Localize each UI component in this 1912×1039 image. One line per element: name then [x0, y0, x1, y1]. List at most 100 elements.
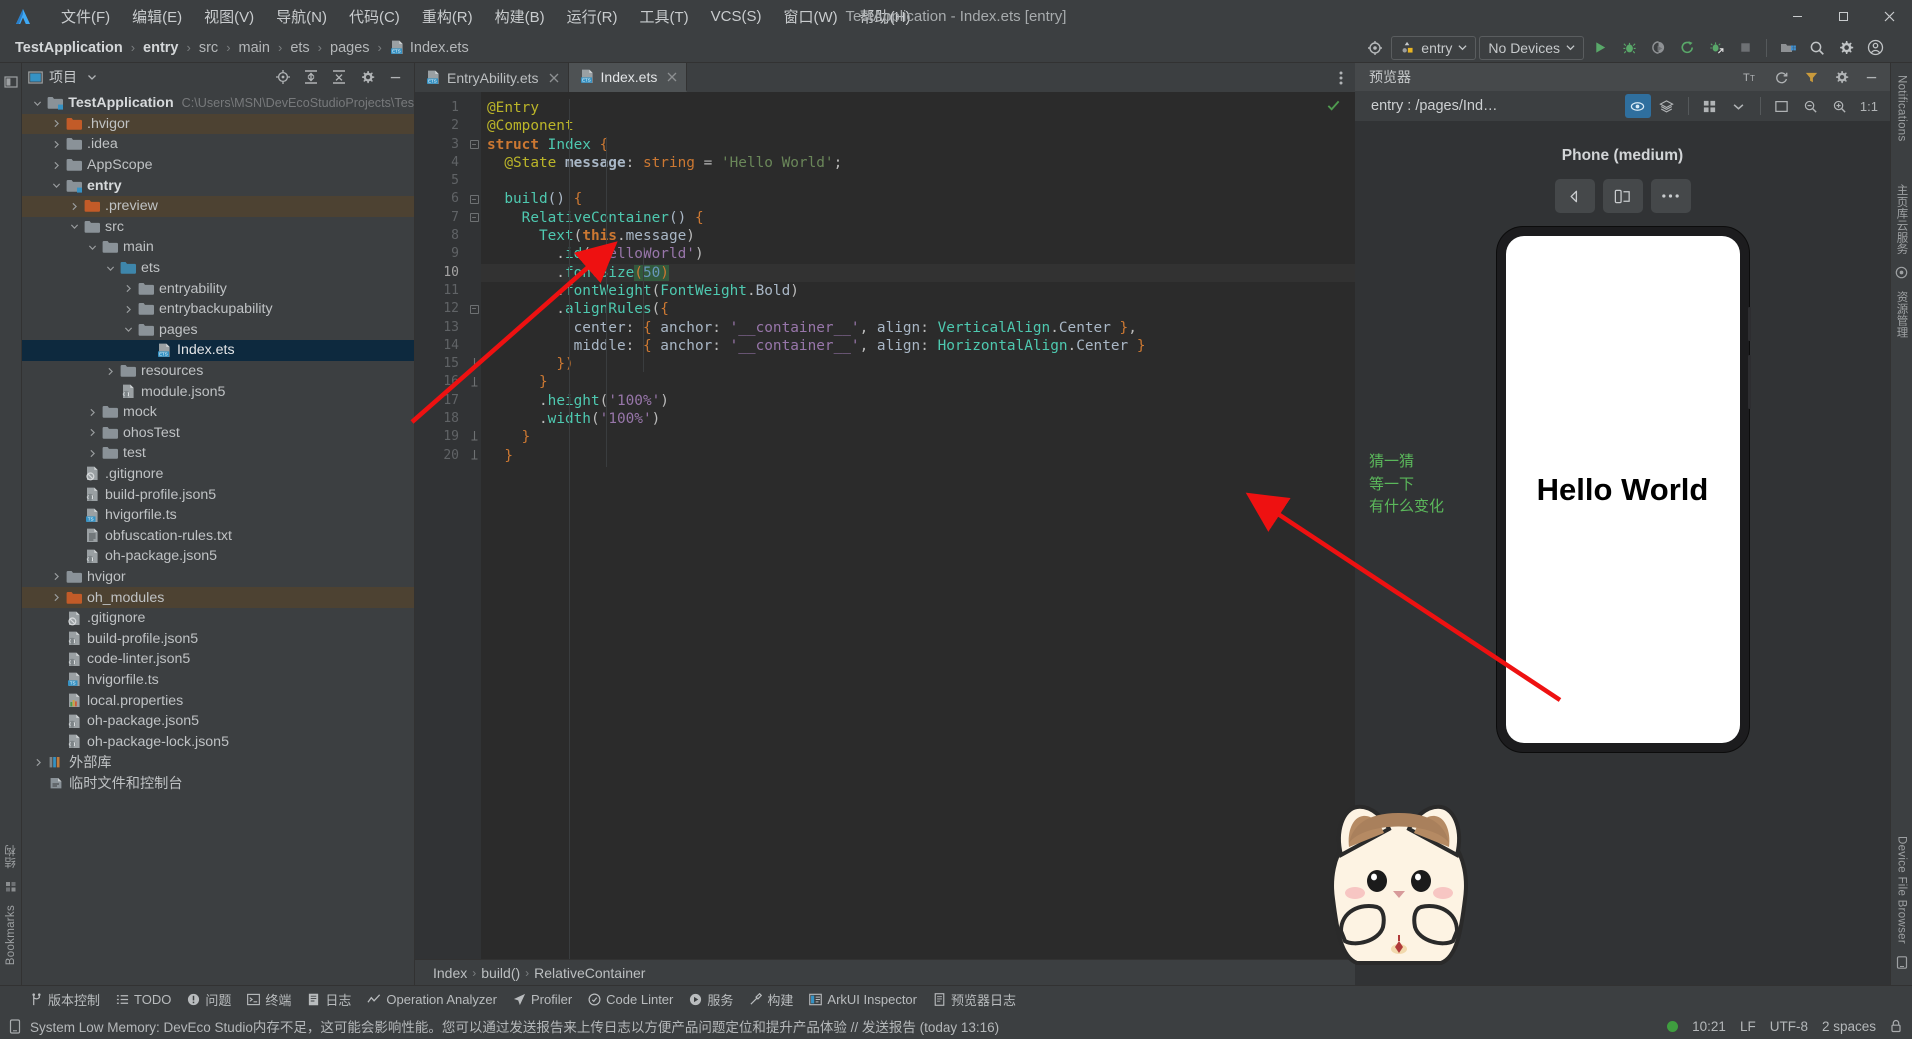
- chevron-down-icon[interactable]: [1726, 94, 1752, 118]
- menu-item-11[interactable]: 帮助(H): [849, 2, 922, 31]
- chevron-right-icon[interactable]: [48, 572, 64, 581]
- collapse-fold-icon[interactable]: −: [469, 140, 479, 150]
- locate-icon[interactable]: [270, 65, 296, 89]
- project-strip-icon[interactable]: [3, 69, 18, 95]
- tree-node-pages[interactable]: pages: [22, 320, 414, 341]
- memory-indicator[interactable]: [1667, 1020, 1679, 1032]
- tree-node-code-linter.json5[interactable]: code-linter.json5: [22, 649, 414, 670]
- chevron-right-icon[interactable]: [48, 161, 64, 170]
- chevron-right-icon[interactable]: [48, 140, 64, 149]
- bottom-tool-问题[interactable]: 问题: [179, 987, 239, 1012]
- editor-options-icon[interactable]: [1327, 63, 1355, 92]
- settings-icon[interactable]: [1828, 65, 1854, 89]
- tree-node-________[interactable]: 临时文件和控制台: [22, 773, 414, 794]
- project-view-chevron-down-icon[interactable]: [87, 72, 97, 82]
- bookmarks-strip-label[interactable]: Bookmarks: [5, 899, 17, 971]
- filter-icon[interactable]: [1798, 65, 1824, 89]
- project-structure-icon[interactable]: [1775, 36, 1801, 60]
- menu-item-1[interactable]: 编辑(E): [121, 2, 193, 31]
- tree-node-build-profile.json5[interactable]: build-profile.json5: [22, 628, 414, 649]
- editor-tab-Index_ets[interactable]: ETS Index.ets: [568, 63, 688, 92]
- bottom-tool-日志[interactable]: 日志: [299, 987, 359, 1012]
- menu-item-5[interactable]: 重构(R): [411, 2, 484, 31]
- tree-node-module.json5[interactable]: module.json5: [22, 381, 414, 402]
- tree-node-hvigorfile.ts[interactable]: TS hvigorfile.ts: [22, 670, 414, 691]
- tree-node-oh-package.json5[interactable]: oh-package.json5: [22, 711, 414, 732]
- line-number-12[interactable]: 12: [415, 300, 467, 318]
- tree-node-.idea[interactable]: .idea: [22, 134, 414, 155]
- font-size-icon[interactable]: T T: [1738, 65, 1764, 89]
- line-number-16[interactable]: 16: [415, 373, 467, 391]
- tree-node-AppScope[interactable]: AppScope: [22, 155, 414, 176]
- menu-item-7[interactable]: 运行(R): [556, 2, 629, 31]
- inspector-icon[interactable]: [1624, 94, 1651, 118]
- structure-strip-label[interactable]: 结构: [3, 839, 19, 875]
- line-number-15[interactable]: 15: [415, 355, 467, 373]
- tree-node-hvigor[interactable]: hvigor: [22, 567, 414, 588]
- tree-node-ohosTest[interactable]: ohosTest: [22, 423, 414, 444]
- editor-breadcrumb-item-1[interactable]: build(): [481, 965, 520, 981]
- code-line-10[interactable]: .fontSize(50): [481, 263, 1355, 282]
- zoom-out-icon[interactable]: [1798, 94, 1824, 118]
- maximize-button[interactable]: [1820, 0, 1866, 33]
- code-line-12[interactable]: .alignRules({: [481, 300, 1355, 318]
- code-line-5[interactable]: [481, 172, 1355, 190]
- tree-node-Index.ets[interactable]: ETS Index.ets: [22, 340, 414, 361]
- code-line-14[interactable]: middle: { anchor: '__container__', align…: [481, 337, 1355, 355]
- tree-node-ets[interactable]: ets: [22, 258, 414, 279]
- line-number-8[interactable]: 8: [415, 227, 467, 245]
- device-file-browser-strip-label[interactable]: Device File Browser: [1896, 830, 1908, 950]
- tree-node-obfuscation-rules.txt[interactable]: obfuscation-rules.txt: [22, 525, 414, 546]
- tree-node-test[interactable]: test: [22, 443, 414, 464]
- code-line-20[interactable]: }: [481, 447, 1355, 465]
- fold-marker-6[interactable]: −: [467, 190, 481, 208]
- zoom-in-icon[interactable]: [1827, 94, 1853, 118]
- account-icon[interactable]: [1862, 36, 1888, 60]
- tree-node-.gitignore[interactable]: .gitignore: [22, 608, 414, 629]
- chevron-right-icon[interactable]: [48, 593, 64, 602]
- chevron-down-icon[interactable]: [120, 325, 136, 334]
- collapse-fold-icon[interactable]: −: [469, 304, 479, 314]
- tree-node-TestApplication[interactable]: TestApplication C:\Users\MSN\DevEcoStudio…: [22, 93, 414, 114]
- tree-node-.hvigor[interactable]: .hvigor: [22, 113, 414, 135]
- rotate-icon[interactable]: [1554, 179, 1595, 213]
- code-line-7[interactable]: RelativeContainer() {: [481, 209, 1355, 227]
- settings-icon[interactable]: [1833, 36, 1859, 60]
- code-folding-column[interactable]: − − − −: [467, 92, 481, 959]
- bottom-tool-Code-Linter[interactable]: Code Linter: [580, 989, 681, 1010]
- bottom-tool-构建[interactable]: 构建: [741, 987, 801, 1012]
- close-icon[interactable]: [549, 73, 559, 83]
- fold-marker-19[interactable]: [467, 428, 481, 446]
- editor-tab-EntryAbility_ets[interactable]: ETS EntryAbility.ets: [415, 63, 569, 92]
- layers-icon[interactable]: [1654, 94, 1680, 118]
- code-line-18[interactable]: .width('100%'): [481, 410, 1355, 428]
- bottom-tool-版本控制[interactable]: 版本控制: [22, 987, 108, 1012]
- chevron-right-icon[interactable]: [48, 119, 64, 128]
- line-number-13[interactable]: 13: [415, 319, 467, 337]
- menu-item-4[interactable]: 代码(C): [338, 2, 411, 31]
- close-button[interactable]: [1866, 0, 1912, 33]
- search-everywhere-icon[interactable]: [1804, 36, 1830, 60]
- tree-node-local.properties[interactable]: local.properties: [22, 690, 414, 711]
- chevron-down-icon[interactable]: [66, 222, 82, 231]
- line-number-4[interactable]: 4: [415, 154, 467, 172]
- code-line-15[interactable]: }): [481, 355, 1355, 373]
- attach-debugger-button[interactable]: [1703, 36, 1729, 60]
- status-message[interactable]: System Low Memory: DevEco Studio内存不足，这可能…: [30, 1016, 999, 1036]
- code-editor[interactable]: 1 2 3 4 5 6 7 8 9 10 11 12 13 14 15 16 17 18 19 20 − − − − @En…: [415, 92, 1355, 959]
- bottom-tool-ArkUI-Inspector[interactable]: ArkUI Inspector: [801, 989, 925, 1010]
- line-number-14[interactable]: 14: [415, 337, 467, 355]
- grid-icon[interactable]: [1697, 94, 1723, 118]
- chevron-right-icon[interactable]: [84, 449, 100, 458]
- code-line-17[interactable]: .height('100%'): [481, 392, 1355, 410]
- code-line-19[interactable]: }: [481, 428, 1355, 446]
- tree-node-entry[interactable]: entry: [22, 175, 414, 196]
- tree-node-hvigorfile.ts[interactable]: TS hvigorfile.ts: [22, 505, 414, 526]
- close-icon[interactable]: [667, 72, 677, 82]
- cloud-services-strip-label[interactable]: 主页库云服务: [1894, 178, 1910, 261]
- collapse-all-icon[interactable]: [326, 65, 352, 89]
- bottom-tool-TODO[interactable]: TODO: [108, 989, 179, 1010]
- breadcrumb-item-pages[interactable]: pages: [327, 39, 373, 57]
- minimize-button[interactable]: [1774, 0, 1820, 33]
- line-number-20[interactable]: 20: [415, 447, 467, 465]
